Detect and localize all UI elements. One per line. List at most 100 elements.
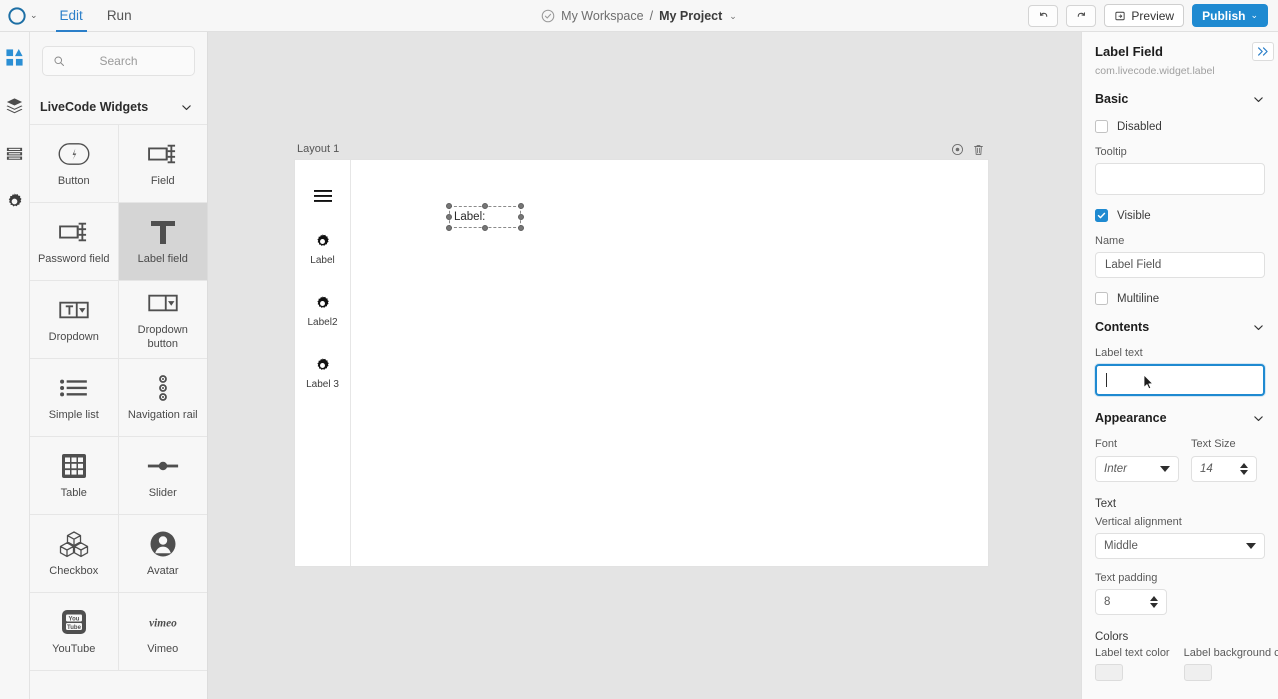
label-background-color-swatch[interactable] xyxy=(1183,664,1212,681)
widget-item-avatar[interactable]: Avatar xyxy=(118,515,207,593)
checkbox-disabled[interactable]: Disabled xyxy=(1095,120,1265,133)
font-select-value: Inter xyxy=(1104,463,1128,475)
password-field-icon xyxy=(57,216,91,248)
font-label: Font xyxy=(1095,438,1118,450)
text-size-value: 14 xyxy=(1200,463,1213,475)
checkbox-visible-box xyxy=(1095,209,1108,222)
breadcrumb-caret-icon[interactable]: ⌄ xyxy=(729,11,737,22)
widget-item-table[interactable]: Table xyxy=(30,437,119,515)
widget-item-checkbox[interactable]: Checkbox xyxy=(30,515,119,593)
resize-handle-s[interactable] xyxy=(482,225,488,231)
layout-header: Layout 1 xyxy=(294,139,989,159)
layout-card: Layout 1 Label Label2 Label 3 Label: xyxy=(294,139,989,567)
stepper-down-icon[interactable] xyxy=(1240,470,1248,475)
resize-handle-se[interactable] xyxy=(518,225,524,231)
top-tabs: Edit Run xyxy=(50,0,142,32)
trash-icon[interactable] xyxy=(972,143,985,156)
vimeo-icon: vimeo xyxy=(142,606,184,638)
font-select[interactable]: Inter xyxy=(1095,456,1179,482)
resize-handle-n[interactable] xyxy=(482,203,488,209)
checkbox-multiline-box xyxy=(1095,292,1108,305)
widget-group-title: LiveCode Widgets xyxy=(40,100,149,114)
chevron-double-right-icon[interactable] xyxy=(1252,42,1274,61)
label-text-input[interactable] xyxy=(1095,364,1265,396)
text-padding-stepper[interactable]: 8 xyxy=(1095,589,1167,615)
redo-icon xyxy=(1077,12,1085,17)
widget-item-button[interactable]: Button xyxy=(30,125,119,203)
canvas-nav-item-label-text: Label2 xyxy=(307,317,338,328)
preview-button-label: Preview xyxy=(1131,8,1175,23)
publish-button[interactable]: Publish ⌄ xyxy=(1192,4,1268,27)
mouse-pointer-icon xyxy=(1143,374,1154,393)
livecode-logo-icon xyxy=(8,6,26,25)
resize-handle-w[interactable] xyxy=(446,214,452,220)
text-size-stepper[interactable]: 14 xyxy=(1191,456,1257,482)
checkbox-disabled-box xyxy=(1095,120,1108,133)
widget-item-simple-list[interactable]: Simple list xyxy=(30,359,119,437)
canvas-nav-item-label[interactable]: Label xyxy=(310,233,335,266)
hamburger-menu-icon[interactable] xyxy=(313,188,333,204)
tooltip-input[interactable] xyxy=(1095,163,1265,195)
resize-handle-sw[interactable] xyxy=(446,225,452,231)
tab-edit[interactable]: Edit xyxy=(50,0,93,32)
canvas-nav-item-label2[interactable]: Label2 xyxy=(307,295,338,328)
stepper-up-icon[interactable] xyxy=(1150,596,1158,601)
label-text-color-swatch[interactable] xyxy=(1095,664,1123,681)
tooltip-field-label: Tooltip xyxy=(1095,146,1127,158)
widget-item-label: Navigation rail xyxy=(127,409,198,422)
resize-handle-ne[interactable] xyxy=(518,203,524,209)
section-header-contents[interactable]: Contents xyxy=(1095,320,1265,334)
checkbox-multiline[interactable]: Multiline xyxy=(1095,292,1265,305)
widget-item-password-field[interactable]: Password field xyxy=(30,203,119,281)
vertical-alignment-select[interactable]: Middle xyxy=(1095,533,1265,559)
section-header-appearance[interactable]: Appearance xyxy=(1095,411,1265,425)
breadcrumb-workspace[interactable]: My Workspace xyxy=(561,9,643,23)
name-input[interactable]: Label Field xyxy=(1095,252,1265,278)
rail-item-settings[interactable] xyxy=(4,190,26,212)
breadcrumb-project[interactable]: My Project xyxy=(659,9,722,23)
preview-button[interactable]: Preview xyxy=(1104,4,1185,27)
selected-label-widget[interactable]: Label: xyxy=(446,203,524,231)
name-input-value: Label Field xyxy=(1105,259,1162,271)
widget-item-slider[interactable]: Slider xyxy=(118,437,207,515)
target-record-icon[interactable] xyxy=(951,143,964,156)
canvas-stage[interactable]: Label: xyxy=(351,160,988,566)
stepper-down-icon[interactable] xyxy=(1150,603,1158,608)
section-title-colors: Colors xyxy=(1095,631,1129,643)
section-header-basic[interactable]: Basic xyxy=(1095,92,1265,106)
search-input[interactable]: Search xyxy=(42,46,195,76)
resize-handle-nw[interactable] xyxy=(446,203,452,209)
canvas-nav-item-label3[interactable]: Label 3 xyxy=(306,357,339,390)
redo-button[interactable] xyxy=(1066,4,1097,27)
widget-item-field[interactable]: Field xyxy=(118,125,207,203)
resize-handle-e[interactable] xyxy=(518,214,524,220)
rail-item-layers[interactable] xyxy=(4,94,26,116)
widget-group-header[interactable]: LiveCode Widgets xyxy=(30,76,207,124)
rail-item-list[interactable] xyxy=(4,142,26,164)
label-background-color-label: Label background c xyxy=(1183,647,1278,659)
checkbox-visible[interactable]: Visible xyxy=(1095,209,1265,222)
widget-item-dropdown-button[interactable]: Dropdown button xyxy=(118,281,207,359)
widget-item-vimeo[interactable]: vimeo Vimeo xyxy=(118,593,207,671)
table-icon xyxy=(60,450,88,482)
undo-button[interactable] xyxy=(1028,4,1059,27)
vertical-alignment-value: Middle xyxy=(1104,540,1138,552)
selected-widget-text: Label: xyxy=(454,211,486,223)
search-wrap: Search xyxy=(30,32,207,76)
canvas-nav-item-label-text: Label xyxy=(310,255,335,266)
text-size-group: Text Size 14 xyxy=(1191,438,1257,482)
brand[interactable]: ⌄ xyxy=(0,6,38,25)
stepper-up-icon[interactable] xyxy=(1240,463,1248,468)
canvas-area[interactable]: Layout 1 Label Label2 Label 3 Label: xyxy=(208,32,1081,699)
section-title-appearance: Appearance xyxy=(1095,411,1167,425)
app-root: ⌄ Edit Run My Workspace / My Project ⌄ P… xyxy=(0,0,1278,699)
widget-item-label-field[interactable]: Label field xyxy=(118,203,207,281)
rail-item-widgets[interactable] xyxy=(4,46,26,68)
widget-item-navigation-rail[interactable]: Navigation rail xyxy=(118,359,207,437)
widget-item-youtube[interactable]: You Tube YouTube xyxy=(30,593,119,671)
layout-body: Label Label2 Label 3 Label: xyxy=(294,159,989,567)
widget-item-dropdown[interactable]: Dropdown xyxy=(30,281,119,359)
tab-run[interactable]: Run xyxy=(97,0,142,32)
dropdown-icon xyxy=(57,294,91,326)
app-body: Search LiveCode Widgets Button Field Pas… xyxy=(0,32,1278,699)
